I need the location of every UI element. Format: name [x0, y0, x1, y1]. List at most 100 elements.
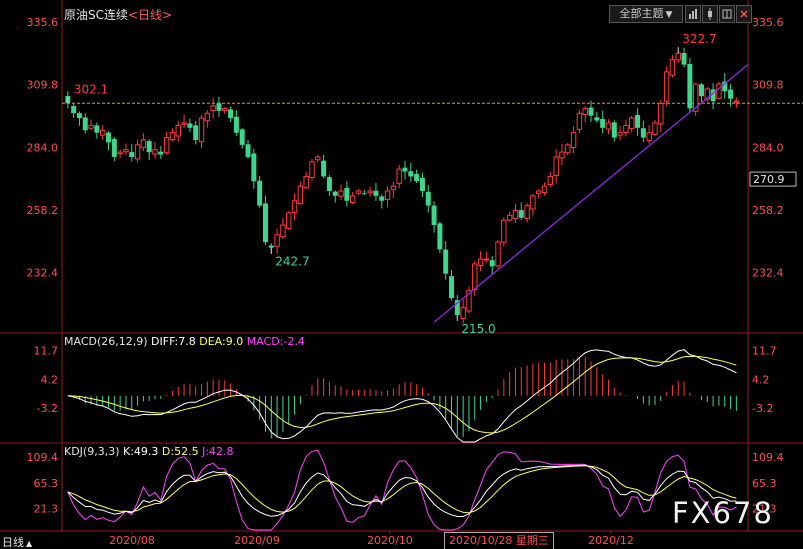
- candle-body-down: [82, 117, 88, 131]
- candle-body-up: [384, 190, 391, 201]
- macd-tick-left: 4.2: [41, 374, 59, 387]
- candle-body-up: [367, 190, 373, 194]
- candle-body-up: [198, 117, 205, 143]
- candle-body-down: [402, 167, 408, 172]
- candle-body-down: [431, 205, 437, 226]
- indicator-settings-button[interactable]: [685, 5, 701, 23]
- candle-body-down: [681, 53, 687, 65]
- macd-tick-right: 11.7: [752, 345, 777, 358]
- candle-body-down: [262, 203, 268, 243]
- candle-body-up: [175, 124, 181, 137]
- kdj-j-value: J:42.8: [202, 445, 234, 458]
- watermark-text: FX678: [672, 496, 774, 530]
- macd-dea-line: [67, 355, 737, 434]
- candle-body-down: [321, 160, 327, 177]
- candle-body-up: [576, 112, 583, 130]
- candle-body-up: [349, 195, 356, 203]
- chart-canvas: 335.6 335.6 309.8 309.8 284.0 284.0 258.2 258.2…: [0, 0, 803, 547]
- candle-body-down: [344, 187, 350, 201]
- macd-macd-value: MACD:-2.4: [246, 335, 305, 348]
- macd-tick-left: 11.7: [34, 345, 59, 358]
- macd-tick-left: -3.2: [37, 402, 58, 415]
- compare-button[interactable]: [719, 5, 735, 23]
- candle-body-up: [123, 149, 129, 153]
- price-tick-right: 335.6: [752, 16, 784, 29]
- candle-body-up: [530, 195, 536, 210]
- price-annotation: 242.7: [275, 255, 309, 269]
- candle-body-up: [663, 71, 670, 102]
- candle-body-up: [658, 103, 664, 125]
- candle-body-up: [303, 175, 309, 189]
- candle-body-down: [268, 245, 274, 248]
- candle-body-up: [565, 144, 571, 154]
- kdj-k-value: K:49.3: [123, 445, 159, 458]
- x-tick-label: 2020/08: [109, 534, 155, 547]
- candle-body-down: [245, 144, 251, 157]
- cursor-date: 2020/10/28 星期三: [449, 534, 549, 547]
- candle-body-up: [390, 185, 397, 191]
- chevron-down-icon: ▼: [665, 10, 673, 20]
- candle-body-up: [553, 156, 559, 176]
- current-price-label: 270.9: [753, 173, 785, 186]
- macd-tick-right: 4.2: [752, 374, 770, 387]
- period-switcher[interactable]: 日线 ▲: [2, 534, 32, 549]
- candle-body-up: [716, 83, 722, 99]
- candle-body-up: [733, 100, 740, 103]
- chart-window: 335.6 335.6 309.8 309.8 284.0 284.0 258.2 258.2…: [0, 0, 803, 549]
- candle-body-down: [129, 152, 135, 157]
- kdj-legend: KDJ(9,3,3) K:49.3 D:52.5 J:42.8: [64, 445, 234, 458]
- candle-body-down: [611, 122, 617, 138]
- theme-selector-label: 全部主题: [619, 7, 664, 20]
- candle-body-up: [536, 190, 542, 194]
- kdj-tick-left: 65.3: [34, 477, 59, 490]
- candle-body-down: [233, 116, 239, 133]
- kdj-tick-right: 109.4: [752, 451, 784, 464]
- candle-body-down: [106, 132, 112, 143]
- candle-body-down: [518, 210, 524, 218]
- kdj-tick-left: 109.4: [27, 451, 59, 464]
- price-tick-right: 309.8: [752, 79, 784, 92]
- candle-body-up: [309, 161, 315, 178]
- kdj-tick-right: 65.3: [752, 477, 777, 490]
- price-tick-left: 335.6: [27, 16, 59, 29]
- candle-body-down: [94, 125, 100, 133]
- candle-body-down: [146, 141, 152, 153]
- candle-body-down: [76, 113, 82, 119]
- candle-body-up: [501, 219, 507, 243]
- line-tool-button[interactable]: [702, 5, 718, 23]
- close-icon: [740, 10, 748, 18]
- candle-body-down: [326, 177, 332, 192]
- candle-body-up: [338, 190, 344, 197]
- candle-body-down: [640, 128, 646, 138]
- candle-body-up: [559, 151, 565, 159]
- candle-body-up: [140, 139, 147, 148]
- candle-body-up: [506, 214, 513, 221]
- price-tick-left: 309.8: [27, 79, 59, 92]
- candle-body-up: [547, 175, 554, 185]
- candle-body-down: [193, 125, 199, 140]
- theme-selector-button[interactable]: 全部主题 ▼: [609, 5, 683, 23]
- candle-body-up: [512, 209, 519, 220]
- candle-body-down: [71, 106, 77, 114]
- candle-body-up: [169, 132, 176, 141]
- candle-body-down: [437, 223, 443, 250]
- candle-body-up: [163, 137, 170, 154]
- candle-body-up: [652, 122, 658, 136]
- candle-body-down: [588, 107, 594, 116]
- candle-icon: [708, 8, 712, 20]
- candle-body-down: [687, 63, 693, 109]
- candle-body-down: [728, 89, 734, 99]
- period-label: <日线>: [128, 8, 173, 22]
- candle-body-up: [152, 149, 158, 155]
- price-annotation: 215.0: [461, 322, 495, 336]
- candle-body-up: [646, 132, 652, 142]
- close-chart-button[interactable]: [736, 5, 752, 23]
- bar-chart-icon: [689, 9, 697, 19]
- candle-body-down: [600, 118, 606, 128]
- candle-body-up: [355, 190, 362, 194]
- x-tick-label: 2020/10: [367, 534, 413, 547]
- instrument-name: 原油SC连续: [64, 8, 128, 22]
- candle-body-up: [210, 105, 216, 112]
- candle-body-up: [396, 168, 402, 184]
- candle-body-up: [181, 122, 187, 125]
